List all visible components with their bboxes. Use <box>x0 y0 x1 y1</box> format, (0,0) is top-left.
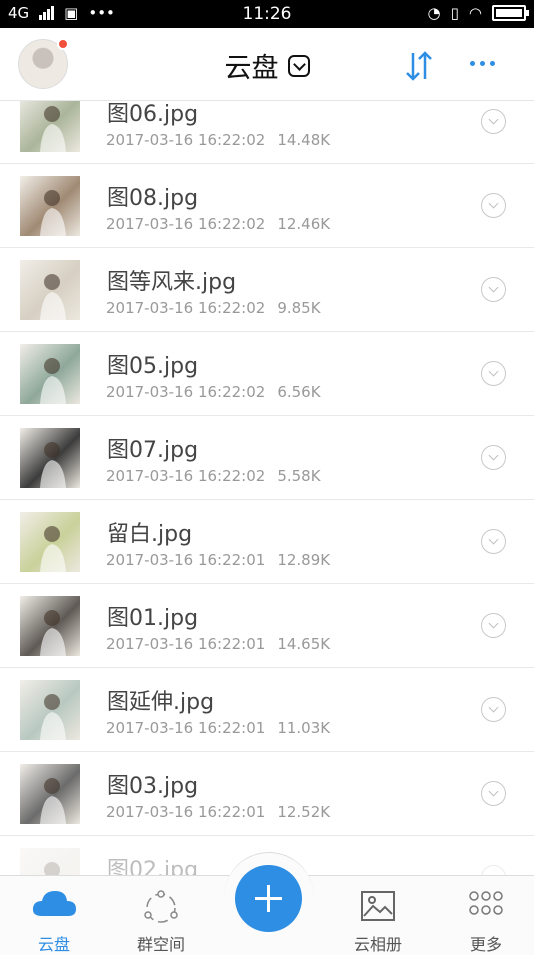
file-meta: 2017-03-16 16:22:01 11.03K <box>106 719 330 737</box>
file-name: 图08.jpg <box>107 186 199 211</box>
file-thumbnail <box>20 680 80 740</box>
expand-chevron-icon[interactable] <box>481 697 506 722</box>
expand-chevron-icon[interactable] <box>481 529 506 554</box>
battery-icon <box>492 5 529 21</box>
title-wrap: 云盘 <box>0 46 534 85</box>
file-name: 图等风来.jpg <box>107 270 237 295</box>
dnd-icon: ◔ <box>427 4 441 22</box>
nav-more-label: 更多 <box>469 935 502 954</box>
file-meta: 2017-03-16 16:22:02 9.85K <box>106 299 321 317</box>
group-space-icon <box>144 890 178 923</box>
file-date: 2017-03-16 16:22:02 <box>106 299 266 317</box>
expand-chevron-icon[interactable] <box>481 109 506 134</box>
file-size: 14.48K <box>277 131 331 149</box>
expand-chevron-icon[interactable] <box>481 193 506 218</box>
file-row[interactable]: 图06.jpg 2017-03-16 16:22:02 14.48K <box>0 101 534 164</box>
nav-album-label: 云相册 <box>353 935 402 954</box>
file-size: 11.03K <box>277 719 331 737</box>
nav-cloud-album[interactable]: 云相册 <box>333 876 423 955</box>
file-thumbnail <box>20 764 80 824</box>
expand-chevron-icon[interactable] <box>481 277 506 302</box>
file-date: 2017-03-16 16:22:01 <box>106 635 266 653</box>
vibrate-icon: ▯ <box>450 4 459 22</box>
file-date: 2017-03-16 16:22:01 <box>106 551 266 569</box>
file-size: 5.58K <box>277 467 321 485</box>
file-date: 2017-03-16 16:22:02 <box>106 467 266 485</box>
cloud-icon <box>32 891 76 916</box>
file-name: 图06.jpg <box>107 102 199 127</box>
app-header: 云盘 <box>0 28 534 101</box>
file-thumbnail <box>20 344 80 404</box>
add-button[interactable] <box>235 865 302 932</box>
file-row[interactable]: 留白.jpg 2017-03-16 16:22:01 12.89K <box>0 500 534 584</box>
file-thumbnail <box>20 428 80 488</box>
wifi-icon: ◠ <box>468 4 482 22</box>
file-name: 图延伸.jpg <box>107 690 215 715</box>
file-row[interactable]: 图05.jpg 2017-03-16 16:22:02 6.56K <box>0 332 534 416</box>
nav-group-space[interactable]: 群空间 <box>116 876 206 955</box>
file-size: 12.46K <box>277 215 331 233</box>
file-size: 14.65K <box>277 635 331 653</box>
nav-more[interactable]: 更多 <box>441 876 531 955</box>
file-name: 留白.jpg <box>107 522 193 547</box>
file-list[interactable]: 图06.jpg 2017-03-16 16:22:02 14.48K 图08.jpg 2… <box>0 101 534 875</box>
file-meta: 2017-03-16 16:22:02 12.46K <box>106 215 330 233</box>
file-size: 9.85K <box>277 299 321 317</box>
file-row[interactable]: 图07.jpg 2017-03-16 16:22:02 5.58K <box>0 416 534 500</box>
nav-cloud-disk[interactable]: 云盘 <box>9 876 99 955</box>
file-date: 2017-03-16 16:22:01 <box>106 719 266 737</box>
expand-chevron-icon[interactable] <box>481 781 506 806</box>
file-row[interactable]: 图01.jpg 2017-03-16 16:22:01 14.65K <box>0 584 534 668</box>
page-title[interactable]: 云盘 <box>224 53 278 84</box>
file-name: 图03.jpg <box>107 774 199 799</box>
file-meta: 2017-03-16 16:22:02 14.48K <box>106 131 330 149</box>
more-apps-icon <box>469 891 503 915</box>
expand-chevron-icon[interactable] <box>481 613 506 638</box>
file-meta: 2017-03-16 16:22:02 6.56K <box>106 383 321 401</box>
nav-group-label: 群空间 <box>136 935 185 954</box>
file-name: 图02.jpg <box>107 858 199 875</box>
chevron-down-icon[interactable] <box>287 54 310 77</box>
file-name: 图05.jpg <box>107 354 199 379</box>
file-date: 2017-03-16 16:22:02 <box>106 131 266 149</box>
file-date: 2017-03-16 16:22:01 <box>106 803 266 821</box>
file-thumbnail <box>20 101 80 152</box>
file-date: 2017-03-16 16:22:02 <box>106 215 266 233</box>
file-thumbnail <box>20 848 80 875</box>
file-size: 6.56K <box>277 383 321 401</box>
file-thumbnail <box>20 512 80 572</box>
file-name: 图07.jpg <box>107 438 199 463</box>
file-row[interactable]: 图等风来.jpg 2017-03-16 16:22:02 9.85K <box>0 248 534 332</box>
expand-chevron-icon[interactable] <box>481 361 506 386</box>
status-right: ◔ ▯ ◠ <box>427 4 529 22</box>
sort-icon[interactable] <box>404 49 434 83</box>
expand-chevron-icon[interactable] <box>481 865 506 875</box>
file-name: 图01.jpg <box>107 606 199 631</box>
file-meta: 2017-03-16 16:22:01 12.52K <box>106 803 330 821</box>
file-meta: 2017-03-16 16:22:01 14.65K <box>106 635 330 653</box>
file-thumbnail <box>20 176 80 236</box>
file-meta: 2017-03-16 16:22:02 5.58K <box>106 467 321 485</box>
file-size: 12.52K <box>277 803 331 821</box>
file-thumbnail <box>20 596 80 656</box>
album-icon <box>361 891 395 921</box>
file-date: 2017-03-16 16:22:02 <box>106 383 266 401</box>
more-options-icon[interactable] <box>470 61 495 66</box>
file-row[interactable]: 图03.jpg 2017-03-16 16:22:01 12.52K <box>0 752 534 836</box>
nav-cloud-label: 云盘 <box>37 935 70 954</box>
expand-chevron-icon[interactable] <box>481 445 506 470</box>
file-row[interactable]: 图08.jpg 2017-03-16 16:22:02 12.46K <box>0 164 534 248</box>
file-row[interactable]: 图延伸.jpg 2017-03-16 16:22:01 11.03K <box>0 668 534 752</box>
file-thumbnail <box>20 260 80 320</box>
file-size: 12.89K <box>277 551 331 569</box>
file-meta: 2017-03-16 16:22:01 12.89K <box>106 551 330 569</box>
status-bar: 4G ▣ ••• 11:26 ◔ ▯ ◠ <box>0 0 534 28</box>
